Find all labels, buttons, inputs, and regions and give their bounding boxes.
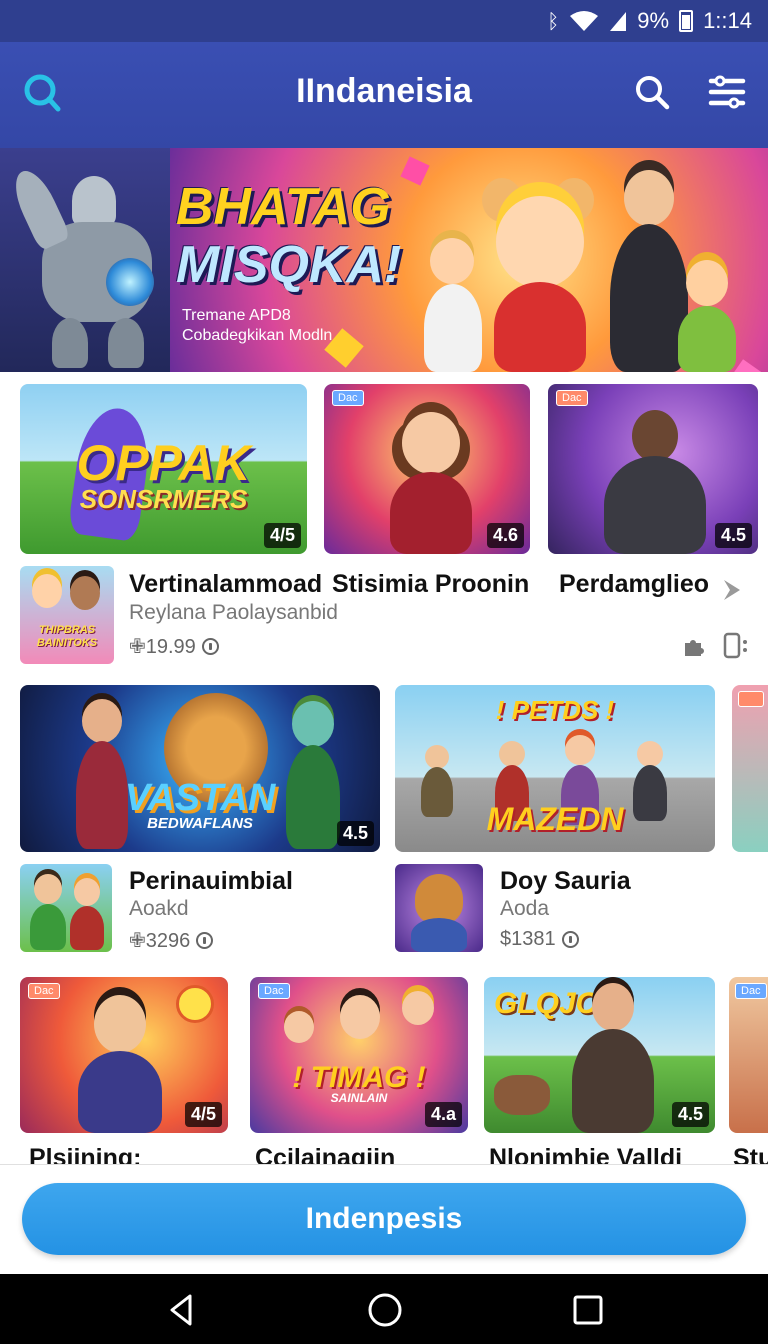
game-price: $1381	[500, 928, 579, 951]
wifi-icon	[570, 11, 599, 31]
thumb-art-text: THIPBRAS BAINITOKS	[36, 624, 98, 649]
thumb-dog-character	[415, 874, 463, 924]
game-thumbnail[interactable]	[20, 864, 112, 952]
tile-tag: Dac	[28, 983, 60, 999]
banner-subtitle-line2: Cobadegkikan Modln	[182, 327, 333, 344]
armored-warrior-character	[600, 406, 710, 554]
game-subtitle: Aoda	[500, 897, 550, 920]
game-price: ✙19.99	[129, 634, 219, 659]
knight-character	[568, 983, 658, 1133]
game-tile[interactable]: Dac 4/5	[20, 977, 228, 1133]
tile-tag: Dac	[735, 983, 767, 999]
tile-art-title: ! TIMAG !	[292, 1061, 426, 1094]
game-name[interactable]: Stisimia Proonin	[332, 570, 529, 599]
info-icon[interactable]	[196, 932, 214, 949]
boar-character	[494, 1075, 550, 1115]
signal-icon	[610, 12, 627, 31]
rating-badge: 4/5	[184, 1102, 222, 1127]
game-tile-partial[interactable]: Dac	[729, 977, 768, 1133]
app-logo-icon[interactable]	[22, 72, 62, 112]
home-icon[interactable]	[365, 1290, 405, 1330]
banner-subtitle: Tremane APD8 Cobadegkikan Modln	[182, 306, 332, 346]
rating-badge: 4.6	[486, 523, 524, 548]
game-tile[interactable]: Dac 4.6	[324, 384, 530, 554]
rating-badge: 4.5	[336, 821, 374, 846]
app-bar: IIndaneisia	[0, 42, 768, 148]
game-subtitle: Reylana Paolaysanbid	[129, 601, 338, 624]
system-nav-bar	[0, 1274, 768, 1344]
price-value: ✙3296	[129, 930, 191, 952]
recents-icon[interactable]	[568, 1290, 608, 1330]
price-value: $1381	[500, 928, 556, 950]
thumb-character	[32, 574, 62, 608]
game-name[interactable]: Plsiining:	[29, 1144, 142, 1164]
battery-percent: 9%	[637, 8, 670, 33]
thumb-character	[34, 874, 62, 904]
banner-subtitle-line1: Tremane APD8	[182, 307, 291, 324]
rating-badge: 4.5	[671, 1102, 709, 1127]
back-icon[interactable]	[162, 1290, 202, 1330]
game-tile[interactable]: OPPAK SONSRMERS 4/5	[20, 384, 307, 554]
puzzle-icon[interactable]	[682, 634, 706, 658]
chevron-right-icon[interactable]	[720, 576, 746, 604]
rating-badge: 4.a	[424, 1102, 462, 1127]
game-thumbnail[interactable]: THIPBRAS BAINITOKS	[20, 566, 114, 664]
rating-badge: 4/5	[263, 523, 301, 548]
banner-title: BHATAG MISQKA!	[176, 178, 401, 294]
price-value: ✙19.99	[129, 636, 196, 658]
hero-banner[interactable]: BHATAG MISQKA! Tremane APD8 Cobadegkikan…	[0, 148, 768, 372]
thumb-character	[411, 918, 467, 952]
thumb-character	[30, 904, 66, 950]
battery-icon	[679, 10, 694, 32]
tile-tag: Dac	[556, 390, 588, 406]
tile-art-subtitle: BEDWAFLANS	[147, 815, 253, 832]
warrior-girl-character	[386, 406, 476, 554]
banner-gem-decoration	[400, 156, 430, 186]
game-thumbnail[interactable]	[395, 864, 483, 952]
device-icon[interactable]	[722, 632, 750, 660]
info-icon[interactable]	[561, 931, 579, 948]
tile-tag: Dac	[332, 390, 364, 406]
status-bar: ᛒ 9% 1::14	[0, 0, 768, 42]
tile-tag	[738, 691, 764, 707]
bluetooth-icon: ᛒ	[547, 9, 560, 33]
game-subtitle: Aoakd	[129, 897, 189, 920]
game-tile-partial[interactable]	[732, 685, 768, 852]
game-price: ✙3296	[129, 928, 214, 953]
info-icon[interactable]	[201, 638, 219, 655]
game-name[interactable]: Doy Sauria	[500, 867, 631, 896]
row3-names-clip: Plsiining: Ccilainagiin Nlonimhie Valldi…	[0, 1140, 768, 1164]
tile-art-title: VASTAN	[124, 777, 276, 819]
primary-action-button[interactable]: Indenpesis	[22, 1183, 746, 1255]
thumb-character	[74, 878, 100, 906]
thumb-character	[70, 576, 100, 610]
game-tile[interactable]: Dac ! TIMAG ! SAINLAIN 4.a	[250, 977, 468, 1133]
search-icon[interactable]	[632, 72, 672, 112]
speech-bubble-icon	[176, 985, 214, 1023]
menu-icon[interactable]	[706, 72, 748, 112]
game-name[interactable]: Vertinalammoad	[129, 570, 322, 599]
tile-art-title: ! PETDS !	[495, 695, 615, 725]
banner-title-line2: MISQKA!	[176, 236, 402, 294]
game-name[interactable]: Stu	[733, 1144, 768, 1164]
banner-elf-character	[672, 260, 742, 372]
game-tile[interactable]: ! PETDS ! MAZEDN	[395, 685, 715, 852]
game-name[interactable]: Nlonimhie Valldi	[489, 1144, 682, 1164]
tile-art-subtitle: SONSRMERS	[79, 484, 248, 514]
game-name[interactable]: Ccilainagiin	[255, 1144, 395, 1164]
status-time: 1::14	[703, 8, 752, 33]
rating-badge: 4.5	[714, 523, 752, 548]
banner-robot-character	[6, 164, 172, 368]
game-name[interactable]: Perinauimbial	[129, 867, 293, 896]
banner-boy-character	[418, 238, 488, 372]
game-tile[interactable]: VASTAN BEDWAFLANS 4.5	[20, 685, 380, 852]
game-tile[interactable]: Dac 4.5	[548, 384, 758, 554]
tile-art-subtitle: MAZEDN	[486, 801, 624, 837]
game-tile[interactable]: GLQJCS 4.5	[484, 977, 715, 1133]
game-name[interactable]: Perdamglieo	[559, 570, 709, 599]
banner-girl-character	[474, 178, 604, 372]
banner-title-line1: BHATAG	[176, 178, 391, 236]
thumb-character	[70, 906, 104, 950]
businessman-character	[70, 995, 170, 1133]
